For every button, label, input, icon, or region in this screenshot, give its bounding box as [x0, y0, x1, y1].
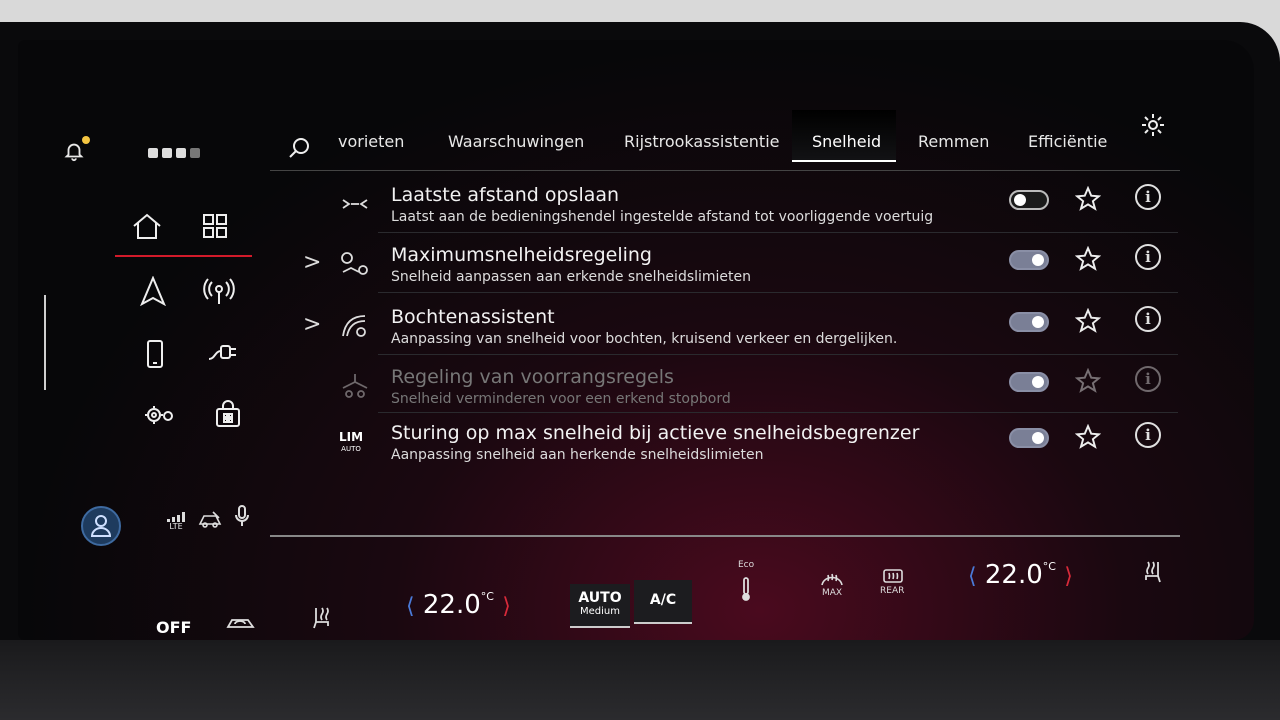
home-icon[interactable]	[130, 210, 164, 242]
row-title: Maximumsnelheidsregeling	[391, 244, 652, 266]
row-title: Sturing op max snelheid bij actieve snel…	[391, 422, 920, 444]
row-divider	[378, 232, 1178, 233]
curve-assist-icon	[342, 315, 366, 337]
notification-bell-icon[interactable]	[60, 136, 90, 164]
phone-icon[interactable]	[142, 338, 168, 370]
seat-heating-right-icon[interactable]	[1138, 556, 1166, 586]
setting-row-voorrangsregels[interactable]: Regeling van voorrangsregels Snelheid ve…	[293, 358, 1193, 418]
row-divider	[378, 354, 1178, 355]
right-temp-value: 22.0	[984, 560, 1043, 590]
max-defrost-icon[interactable]	[818, 568, 846, 588]
settings-gear-icon[interactable]	[1138, 110, 1168, 140]
row-subtitle: Laatst aan de bedieningshendel ingesteld…	[391, 209, 934, 225]
climate-off-button[interactable]: OFF	[156, 618, 191, 637]
favorite-star-icon[interactable]	[1075, 246, 1101, 272]
air-recirculation-icon[interactable]	[224, 612, 258, 634]
ac-label: A/C	[649, 592, 677, 608]
temp-left-increase-icon[interactable]: ⟩	[502, 594, 511, 619]
eco-label: Eco	[738, 560, 755, 570]
tab-remmen[interactable]: Remmen	[918, 132, 989, 151]
auto-sublabel: Medium	[580, 606, 620, 617]
maximumsnelheidsregeling-toggle[interactable]	[1009, 250, 1049, 270]
row-subtitle: Snelheid verminderen voor een erkend sto…	[391, 391, 731, 407]
ac-button[interactable]: A/C	[634, 580, 692, 624]
expand-chevron-icon[interactable]: >	[303, 312, 321, 337]
auto-label: AUTO	[578, 590, 622, 606]
scrollbar[interactable]	[44, 295, 46, 390]
store-bag-icon[interactable]	[212, 398, 244, 430]
favorite-star-icon[interactable]	[1075, 368, 1101, 394]
tab-favorieten[interactable]: vorieten	[338, 132, 404, 151]
sidebar: LTE	[18, 40, 278, 546]
dashboard-trim	[0, 640, 1280, 720]
seat-heating-left-icon[interactable]	[308, 602, 336, 632]
info-icon[interactable]: i	[1135, 184, 1161, 210]
charging-plug-icon[interactable]	[206, 338, 240, 368]
page-indicator	[148, 148, 200, 158]
radio-antenna-icon[interactable]	[202, 275, 236, 307]
favorite-star-icon[interactable]	[1075, 424, 1101, 450]
tab-bar: vorieten Waarschuwingen Rijstrookassiste…	[278, 110, 1198, 172]
right-temperature[interactable]: ⟨ 22.0°C ⟩	[968, 560, 1073, 590]
auto-climate-button[interactable]: AUTO Medium	[570, 584, 630, 628]
expand-chevron-icon[interactable]: >	[303, 250, 321, 275]
tab-snelheid[interactable]: Snelheid	[812, 132, 881, 151]
setting-row-maximumsnelheidsregeling[interactable]: > Maximumsnelheidsregeling Snelheid aanp…	[293, 236, 1193, 296]
sturing-max-snelheid-toggle[interactable]	[1009, 428, 1049, 448]
climate-bar: OFF ⟨ 22.0°C ⟩ AUTO Medium A/C Eco MAX R…	[18, 480, 1254, 640]
rear-label: REAR	[880, 586, 905, 596]
temp-right-increase-icon[interactable]: ⟩	[1064, 564, 1073, 589]
favorite-star-icon[interactable]	[1075, 186, 1101, 212]
row-title: Bochtenassistent	[391, 306, 555, 328]
info-icon[interactable]: i	[1135, 366, 1161, 392]
tab-rijstrookassistentie[interactable]: Rijstrookassistentie	[624, 132, 779, 151]
setting-row-bochtenassistent[interactable]: > Bochtenassistent Aanpassing van snelhe…	[293, 298, 1193, 358]
tab-efficientie[interactable]: Efficiëntie	[1028, 132, 1107, 151]
setting-row-sturing-max-snelheid[interactable]: LIM AUTO Sturing op max snelheid bij acti…	[293, 414, 1193, 474]
voorrangsregels-toggle[interactable]	[1009, 372, 1049, 392]
row-title: Regeling van voorrangsregels	[391, 366, 674, 388]
distance-icon	[342, 199, 368, 209]
infotainment-screen: LTE vorieten Waarschuwingen Rijstrookass…	[18, 40, 1254, 640]
left-temp-unit: °C	[480, 590, 494, 603]
row-divider	[378, 292, 1178, 293]
row-divider	[378, 412, 1178, 413]
right-of-way-icon	[342, 374, 368, 398]
bochtenassistent-toggle[interactable]	[1009, 312, 1049, 332]
row-title: Laatste afstand opslaan	[391, 184, 620, 206]
temp-left-decrease-icon[interactable]: ⟨	[406, 594, 415, 619]
eco-thermometer-icon[interactable]	[738, 574, 754, 604]
info-icon[interactable]: i	[1135, 244, 1161, 270]
row-subtitle: Aanpassing snelheid aan herkende snelhei…	[391, 447, 764, 463]
temp-right-decrease-icon[interactable]: ⟨	[968, 564, 977, 589]
speed-limit-icon	[341, 252, 368, 275]
favorite-star-icon[interactable]	[1075, 308, 1101, 334]
setting-row-laatste-afstand[interactable]: Laatste afstand opslaan Laatst aan de be…	[293, 176, 1193, 236]
tab-waarschuwingen[interactable]: Waarschuwingen	[448, 132, 584, 151]
navigation-icon[interactable]	[138, 275, 168, 307]
right-temp-unit: °C	[1042, 560, 1056, 573]
max-label: MAX	[822, 588, 843, 598]
rear-defrost-icon[interactable]	[880, 566, 906, 586]
row-subtitle: Aanpassing van snelheid voor bochten, kr…	[391, 331, 898, 347]
left-temp-value: 22.0	[422, 590, 481, 620]
apps-grid-icon[interactable]	[198, 210, 232, 242]
lim-auto-icon: LIM AUTO	[339, 430, 364, 453]
row-subtitle: Snelheid aanpassen aan erkende snelheids…	[391, 269, 752, 285]
home-active-indicator	[115, 255, 252, 257]
left-temperature[interactable]: ⟨ 22.0°C ⟩	[406, 590, 511, 620]
info-icon[interactable]: i	[1135, 422, 1161, 448]
vehicle-settings-gears-icon[interactable]	[142, 400, 178, 430]
info-icon[interactable]: i	[1135, 306, 1161, 332]
laatste-afstand-toggle[interactable]	[1009, 190, 1049, 210]
tab-divider	[270, 170, 1180, 171]
